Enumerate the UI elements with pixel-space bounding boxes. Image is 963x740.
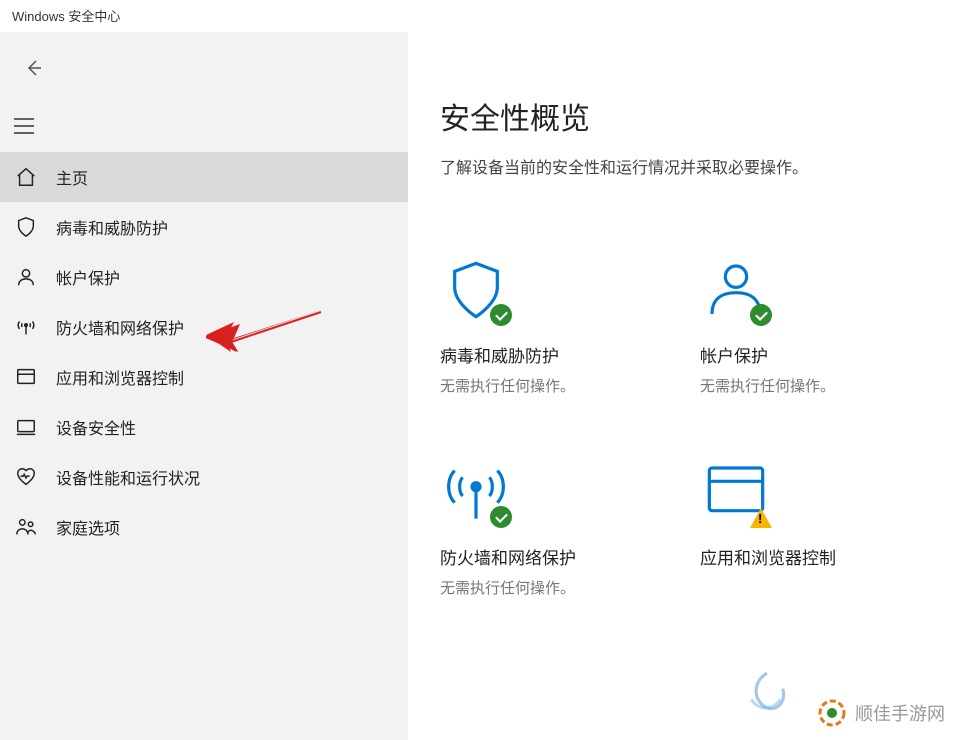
- family-icon: [14, 515, 38, 539]
- card-status: 无需执行任何操作。: [440, 577, 575, 598]
- status-warn-badge: [750, 508, 772, 528]
- status-ok-badge: [490, 506, 512, 528]
- antenna-large-icon: [444, 460, 508, 524]
- sidebar-item-label: 主页: [56, 165, 88, 189]
- hamburger-menu[interactable]: [4, 106, 44, 146]
- main-content: 安全性概览 了解设备当前的安全性和运行情况并采取必要操作。 病毒和威胁防护 无需…: [408, 32, 963, 740]
- sidebar-item-virus[interactable]: 病毒和威胁防护: [0, 202, 408, 252]
- sidebar-item-account[interactable]: 帐户保护: [0, 252, 408, 302]
- sidebar-item-label: 设备安全性: [56, 415, 136, 439]
- sidebar-item-label: 家庭选项: [56, 515, 120, 539]
- back-button[interactable]: [14, 48, 54, 88]
- sidebar-item-family[interactable]: 家庭选项: [0, 502, 408, 552]
- card-title: 防火墙和网络保护: [440, 544, 576, 569]
- page-title: 安全性概览: [440, 94, 931, 138]
- sidebar-item-label: 防火墙和网络保护: [56, 315, 184, 339]
- sidebar-item-health[interactable]: 设备性能和运行状况: [0, 452, 408, 502]
- sidebar-item-home[interactable]: 主页: [0, 152, 408, 202]
- sidebar-item-label: 病毒和威胁防护: [56, 215, 168, 239]
- shield-large-icon: [444, 258, 508, 322]
- cards-grid: 病毒和威胁防护 无需执行任何操作。 帐户保护 无需执行任何操作。 防火墙和网络保…: [440, 258, 931, 598]
- page-subtitle: 了解设备当前的安全性和运行情况并采取必要操作。: [440, 154, 931, 178]
- status-ok-badge: [750, 304, 772, 326]
- sidebar-item-firewall[interactable]: 防火墙和网络保护: [0, 302, 408, 352]
- heart-icon: [14, 465, 38, 489]
- card-account[interactable]: 帐户保护 无需执行任何操作。: [700, 258, 900, 396]
- card-title: 应用和浏览器控制: [700, 544, 836, 569]
- card-status: 无需执行任何操作。: [700, 375, 835, 396]
- sidebar-item-label: 设备性能和运行状况: [56, 465, 200, 489]
- card-firewall[interactable]: 防火墙和网络保护 无需执行任何操作。: [440, 460, 640, 598]
- nav-list: 主页 病毒和威胁防护 帐户保护 防火墙和网络保护: [0, 152, 408, 552]
- window-title: Windows 安全中心: [0, 0, 963, 32]
- status-ok-badge: [490, 304, 512, 326]
- device-icon: [14, 415, 38, 439]
- browser-large-icon: [704, 460, 768, 524]
- home-icon: [14, 165, 38, 189]
- shield-icon: [14, 215, 38, 239]
- sidebar-item-label: 应用和浏览器控制: [56, 365, 184, 389]
- card-appbrowser[interactable]: 应用和浏览器控制: [700, 460, 900, 598]
- card-title: 病毒和威胁防护: [440, 342, 559, 367]
- sidebar: 主页 病毒和威胁防护 帐户保护 防火墙和网络保护: [0, 32, 408, 740]
- watermark-swirl-icon: [741, 668, 793, 720]
- card-status: 无需执行任何操作。: [440, 375, 575, 396]
- sidebar-item-label: 帐户保护: [56, 265, 120, 289]
- sidebar-item-device[interactable]: 设备安全性: [0, 402, 408, 452]
- person-large-icon: [704, 258, 768, 322]
- sidebar-item-appbrowser[interactable]: 应用和浏览器控制: [0, 352, 408, 402]
- antenna-icon: [14, 315, 38, 339]
- person-icon: [14, 265, 38, 289]
- card-virus[interactable]: 病毒和威胁防护 无需执行任何操作。: [440, 258, 640, 396]
- card-title: 帐户保护: [700, 342, 768, 367]
- browser-icon: [14, 365, 38, 389]
